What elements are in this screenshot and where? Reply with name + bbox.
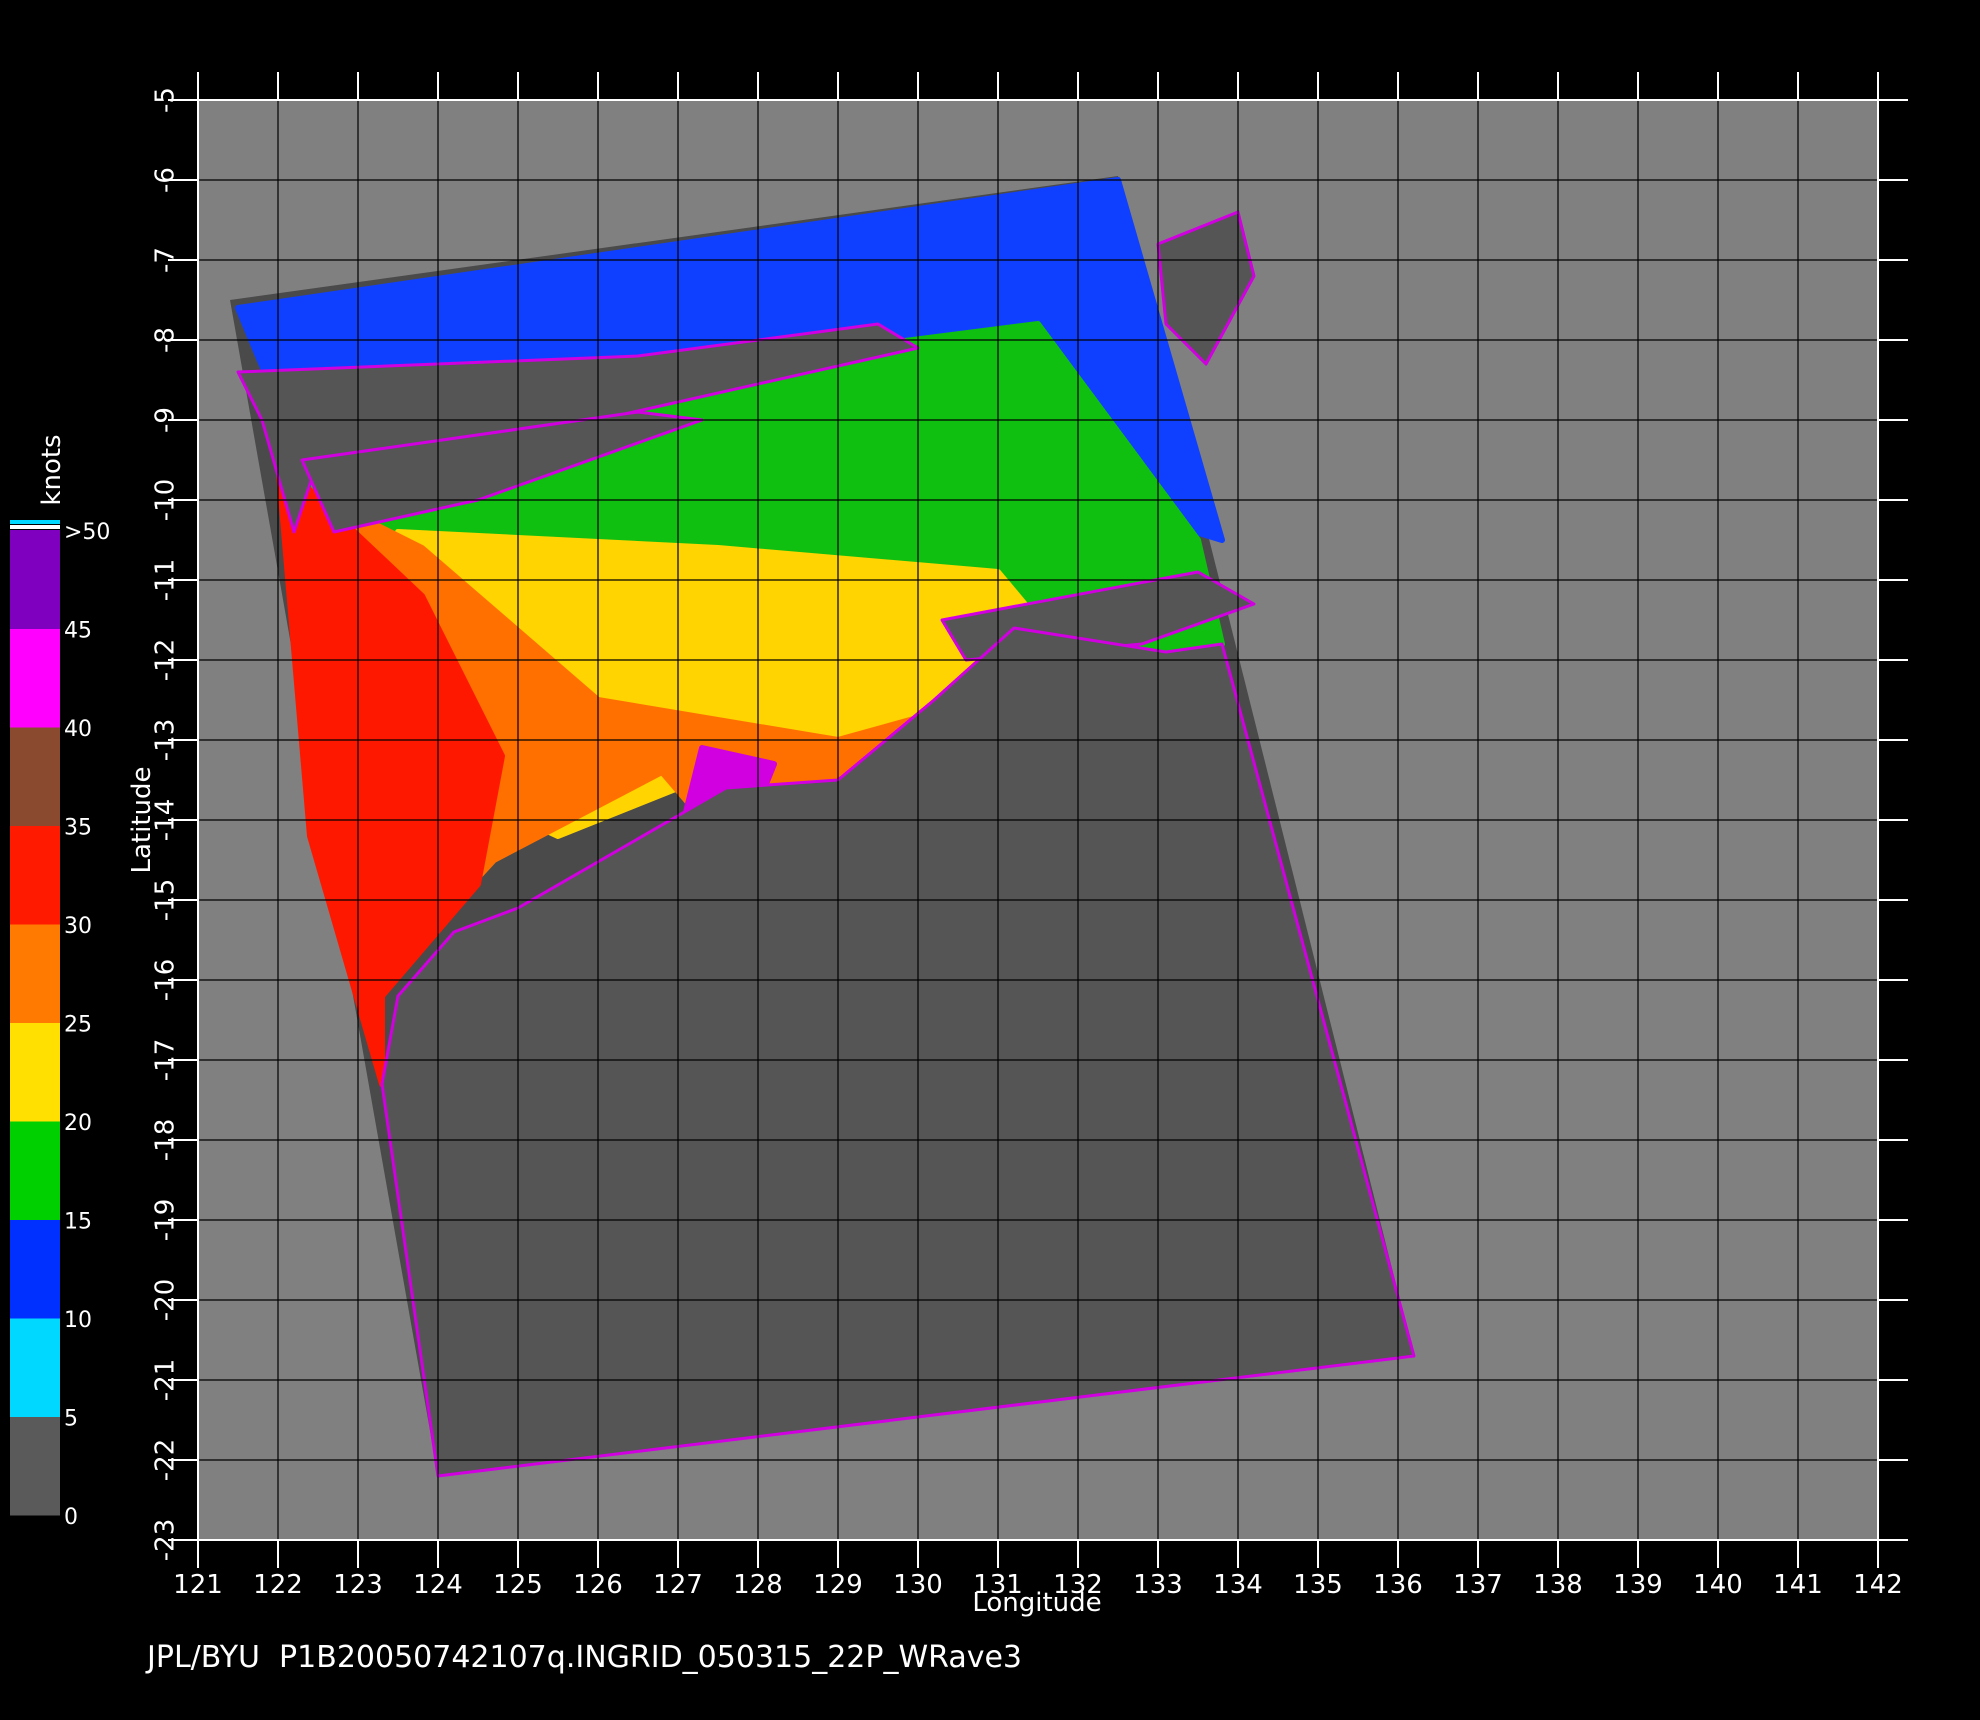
- y-tick-label--13: -13: [151, 719, 181, 761]
- colorbar-cap-top-1: [10, 520, 60, 524]
- colorbar-band-20-25: [10, 1022, 60, 1122]
- colorbar-tick-label-2: 10: [64, 1308, 92, 1333]
- y-tick-label--12: -12: [151, 639, 181, 681]
- y-tick-label--20: -20: [151, 1279, 181, 1321]
- x-tick-label-142: 142: [1853, 1570, 1903, 1600]
- y-tick-label--11: -11: [151, 559, 181, 601]
- x-tick-label-130: 130: [893, 1570, 943, 1600]
- colorbar-band-15-20: [10, 1121, 60, 1220]
- y-tick-label--23: -23: [151, 1519, 181, 1561]
- x-tick-label-138: 138: [1533, 1570, 1583, 1600]
- y-tick-label--9: -9: [151, 407, 181, 433]
- x-tick-label-121: 121: [173, 1570, 223, 1600]
- colorbar-band-10-15: [10, 1219, 60, 1319]
- colorbar-tick-label-3: 15: [64, 1210, 92, 1235]
- x-tick-label-139: 139: [1613, 1570, 1663, 1600]
- y-tick-label--15: -15: [151, 879, 181, 921]
- y-tick-label--22: -22: [151, 1439, 181, 1481]
- colorbar-tick-label-9: 45: [64, 619, 92, 644]
- y-tick-label--21: -21: [151, 1359, 181, 1401]
- x-tick-label-129: 129: [813, 1570, 863, 1600]
- x-tick-label-136: 136: [1373, 1570, 1423, 1600]
- y-tick-label--10: -10: [151, 479, 181, 521]
- x-tick-label-134: 134: [1213, 1570, 1263, 1600]
- y-tick-label--6: -6: [151, 167, 181, 193]
- colorbar-band-35-40: [10, 727, 60, 826]
- colorbar-tick-label-4: 20: [64, 1111, 92, 1136]
- x-tick-label-137: 137: [1453, 1570, 1503, 1600]
- scatterometer-wind-map: 121 122 123 124 125 126 127 128 129 130 131 132 133 1…: [0, 0, 1980, 1720]
- colorbar-cap-top-2: [10, 525, 60, 529]
- colorbar-tick-label-0: 0: [64, 1505, 78, 1530]
- y-axis-label: Latitude: [127, 766, 157, 873]
- colorbar-tick-label-1: 5: [64, 1407, 78, 1432]
- x-axis-label: Longitude: [972, 1588, 1101, 1618]
- product-footer-text: JPL/BYU P1B20050742107q.INGRID_050315_22…: [147, 1640, 1022, 1675]
- x-tick-label-127: 127: [653, 1570, 703, 1600]
- colorbar-unit-label: knots: [37, 434, 67, 505]
- x-tick-label-133: 133: [1133, 1570, 1183, 1600]
- colorbar-tick-label-8: 40: [64, 717, 92, 742]
- colorbar-band-0-5: [10, 1416, 60, 1516]
- y-tick-label--18: -18: [151, 1119, 181, 1161]
- y-tick-label--8: -8: [151, 327, 181, 353]
- colorbar-band-5-10: [10, 1318, 60, 1417]
- colorbar-band-30-35: [10, 825, 60, 925]
- colorbar-tick-label-6: 30: [64, 914, 92, 939]
- colorbar-band-40-45: [10, 628, 60, 728]
- y-tick-label--17: -17: [151, 1039, 181, 1081]
- x-tick-label-124: 124: [413, 1570, 463, 1600]
- colorbar-band-25-30: [10, 924, 60, 1023]
- colorbar-band-45-50: [10, 530, 60, 629]
- x-tick-label-123: 123: [333, 1570, 383, 1600]
- colorbar-tick-label-7: 35: [64, 816, 92, 841]
- x-tick-label-128: 128: [733, 1570, 783, 1600]
- x-tick-label-141: 141: [1773, 1570, 1823, 1600]
- x-tick-label-140: 140: [1693, 1570, 1743, 1600]
- x-tick-label-126: 126: [573, 1570, 623, 1600]
- x-tick-label-125: 125: [493, 1570, 543, 1600]
- y-tick-label--7: -7: [151, 247, 181, 273]
- x-tick-label-122: 122: [253, 1570, 303, 1600]
- colorbar-tick-label-5: 25: [64, 1013, 92, 1038]
- y-tick-label--5: -5: [151, 87, 181, 113]
- y-tick-label--19: -19: [151, 1199, 181, 1241]
- colorbar-tick-label-10: >50: [64, 520, 110, 545]
- y-tick-label--16: -16: [151, 959, 181, 1001]
- x-tick-label-135: 135: [1293, 1570, 1343, 1600]
